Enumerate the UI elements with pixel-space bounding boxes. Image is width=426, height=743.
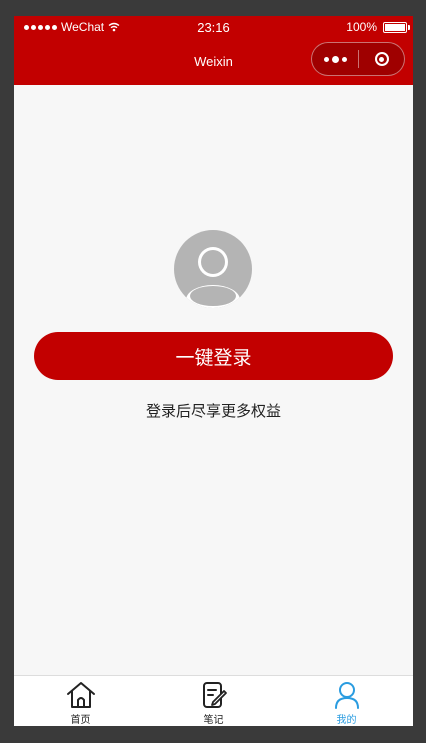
phone-screen: WeChat 23:16 100% Weixin 一键登录 登录后尽享更多权益 … [14,16,413,726]
avatar-placeholder-icon [174,230,252,308]
tab-mine-label: 我的 [336,715,357,726]
more-button[interactable] [312,55,358,63]
nav-bar: Weixin [14,38,413,85]
tab-notes-label: 笔记 [203,715,224,726]
tab-home-label: 首页 [70,715,91,726]
tab-notes[interactable]: 笔记 [147,676,280,726]
tab-bar: 首页 笔记 我的 [14,675,413,726]
one-click-login-button[interactable]: 一键登录 [34,332,393,380]
note-icon [202,682,227,708]
more-dot-icon [331,55,339,63]
mini-program-capsule [311,42,405,76]
tab-mine[interactable]: 我的 [280,676,413,726]
more-dot-icon [341,56,347,62]
target-close-icon [374,52,389,66]
close-button[interactable] [359,52,404,66]
login-benefit-text: 登录后尽享更多权益 [145,402,281,420]
user-icon [334,682,359,709]
more-dot-icon [323,56,329,62]
status-right: 100% [346,20,410,34]
home-icon [66,682,95,708]
battery-icon [383,21,410,33]
tab-home[interactable]: 首页 [14,676,147,726]
battery-percent: 100% [346,20,377,34]
status-bar: WeChat 23:16 100% [14,16,413,38]
